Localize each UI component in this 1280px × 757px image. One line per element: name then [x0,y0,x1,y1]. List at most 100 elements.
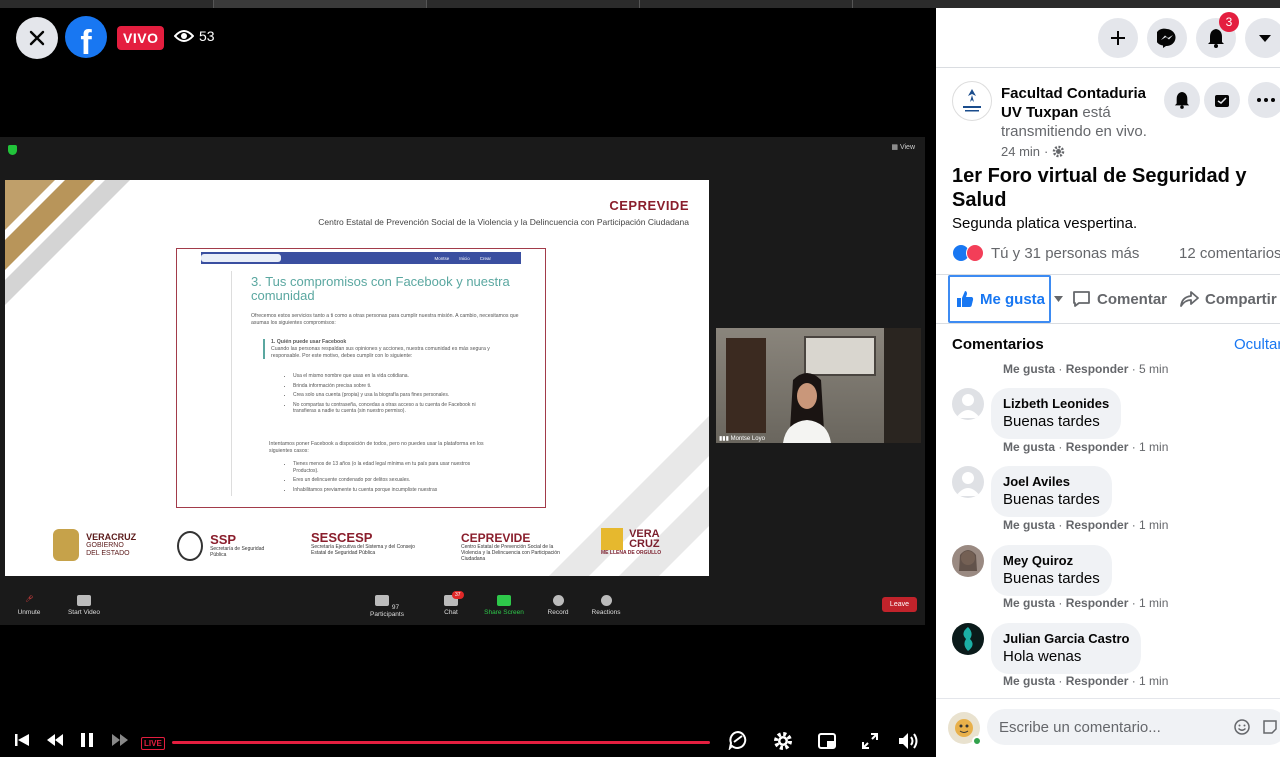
comment-author[interactable]: Lizbeth Leonides [1003,395,1109,412]
gear-icon [1053,145,1065,158]
comment-time[interactable]: 1 min [1139,518,1168,532]
progress-bar[interactable] [172,741,710,744]
post-subtitle: Segunda platica vespertina. [952,215,1138,232]
record-button[interactable]: Record [533,595,583,616]
post-time-value[interactable]: 24 min [1001,144,1040,159]
participant-name: ▮▮▮ Montse Loyo [719,436,765,442]
comment-composer [936,698,1280,757]
leave-button[interactable]: Leave [881,597,917,612]
fast-forward-icon[interactable] [111,732,129,748]
share-screen-button[interactable]: Share Screen [479,595,529,616]
more-options-button[interactable] [1248,82,1280,118]
pause-icon[interactable] [80,732,94,748]
start-video-button[interactable]: Start Video [59,595,109,616]
live-badge: VIVO [117,26,165,50]
comment-time[interactable]: 5 min [1139,362,1168,376]
settings-gear-icon[interactable] [772,730,794,752]
user-avatar[interactable] [952,623,984,655]
video-player[interactable]: f VIVO 53 ▦ View CEPREVIDE Centro Estata… [0,8,936,757]
unmute-button[interactable]: 🎤︎ Unmute [4,595,54,616]
slide-subhead-text: Cuando las personas respaldan sus opinio… [271,345,490,359]
comment-time[interactable]: 1 min [1139,440,1168,454]
participant-video[interactable]: ▮▮▮ Montse Loyo [716,328,921,443]
chat-bubble-icon[interactable] [728,730,748,750]
chat-button[interactable]: Chat [426,595,476,616]
skip-back-icon[interactable] [14,732,30,748]
slide-bullet: Brinda información precisa sobre ti. [293,383,487,390]
comment-reply-link[interactable]: Responder [1066,518,1129,532]
comment-author[interactable]: Mey Quiroz [1003,552,1100,569]
post-time: 24 min · [1001,144,1065,159]
record-label: Record [547,609,569,616]
browser-tab[interactable] [426,0,639,8]
browser-tab[interactable] [639,0,852,8]
share-button[interactable]: Compartir [1180,290,1277,308]
browser-tab[interactable] [213,0,426,8]
emoji-icon[interactable] [1234,719,1250,735]
comment-count[interactable]: 12 comentarios [1179,245,1280,262]
comment-reply-link[interactable]: Responder [1066,596,1129,610]
slide-subsection: 1. Quién puede usar Facebook Cuando las … [263,339,493,360]
like-button[interactable]: Me gusta [948,275,1051,323]
slide-org-title: CEPREVIDE [609,198,689,213]
comment-like-link[interactable]: Me gusta [1003,674,1055,688]
browser-tab[interactable] [852,0,1065,8]
volume-icon[interactable] [897,731,919,751]
share-icon [1180,291,1199,307]
logo-sub: Secretaría de Seguridad Pública [210,545,265,558]
comment-meta-partial: Me gusta · Responder · 5 min [1003,362,1169,376]
comment-time[interactable]: 1 min [1139,596,1168,610]
comment-time[interactable]: 1 min [1139,674,1168,688]
hide-comments-link[interactable]: Ocultar [1234,336,1280,353]
logo-ssp: SSP Secretaría de Seguridad Pública [177,531,270,561]
reaction-summary[interactable]: Tú y 31 personas más [952,244,1139,262]
comment-bubble: Mey Quiroz Buenas tardes [991,545,1112,596]
comment-bubble: Joel Aviles Buenas tardes [991,466,1112,517]
save-button[interactable] [1204,82,1240,118]
default-avatar-icon[interactable] [952,388,984,420]
comment-like-link[interactable]: Me gusta [1003,518,1055,532]
comment-meta: Me gusta · Responder · 1 min [1003,518,1169,532]
page-avatar[interactable] [952,81,992,121]
slide-middle-text: Intentamos poner Facebook a disposición … [269,441,484,454]
slide-decoration [5,180,130,305]
default-avatar-icon[interactable] [952,466,984,498]
fullscreen-icon[interactable] [860,731,880,751]
comment-reply-link[interactable]: Responder [1066,440,1129,454]
account-menu-button[interactable] [1245,18,1280,58]
comment-like-link[interactable]: Me gusta [1003,440,1055,454]
participants-count: 97 [391,604,400,611]
comment-text: Buenas tardes [1003,570,1100,587]
rewind-icon[interactable] [46,732,64,748]
close-button[interactable] [16,17,58,59]
comment-author[interactable]: Joel Aviles [1003,473,1100,490]
comment-like-link[interactable]: Me gusta [1003,362,1055,376]
comment-text: Buenas tardes [1003,491,1100,508]
facebook-logo-icon[interactable]: f [65,16,107,58]
sticker-icon[interactable] [1262,719,1278,735]
participant-figure [783,373,831,443]
picture-in-picture-icon[interactable] [817,731,837,751]
post-title: 1er Foro virtual de Seguridad y Salud [952,165,1247,211]
view-button[interactable]: ▦ View [891,143,915,151]
comment-reply-link[interactable]: Responder [1066,362,1129,376]
logo-name: VERACRUZ [86,532,137,542]
participants-button[interactable]: 97 Participants [362,595,412,618]
eye-icon [174,30,194,42]
comment-bubble: Lizbeth Leonides Buenas tardes [991,388,1122,439]
comment-button[interactable]: Comentar [1072,290,1167,308]
user-avatar[interactable] [952,545,984,577]
messenger-button[interactable] [1147,18,1187,58]
reactions-button[interactable]: Reactions [581,595,631,616]
create-button[interactable] [1098,18,1138,58]
zoom-meeting-window: ▦ View CEPREVIDE Centro Estatal de Preve… [0,137,925,625]
notify-me-button[interactable] [1164,82,1200,118]
comment-author[interactable]: Julian Garcia Castro [1003,630,1129,647]
comment-like-link[interactable]: Me gusta [1003,596,1055,610]
comment-reply-link[interactable]: Responder [1066,674,1129,688]
page-name-link[interactable]: Facultad Contaduria UV Tuxpan [1001,85,1146,121]
messenger-icon [1157,28,1176,48]
live-indicator: LIVE [141,737,165,750]
reaction-picker-chevron-icon[interactable] [1054,296,1063,302]
notifications-button[interactable]: 3 [1196,12,1239,58]
